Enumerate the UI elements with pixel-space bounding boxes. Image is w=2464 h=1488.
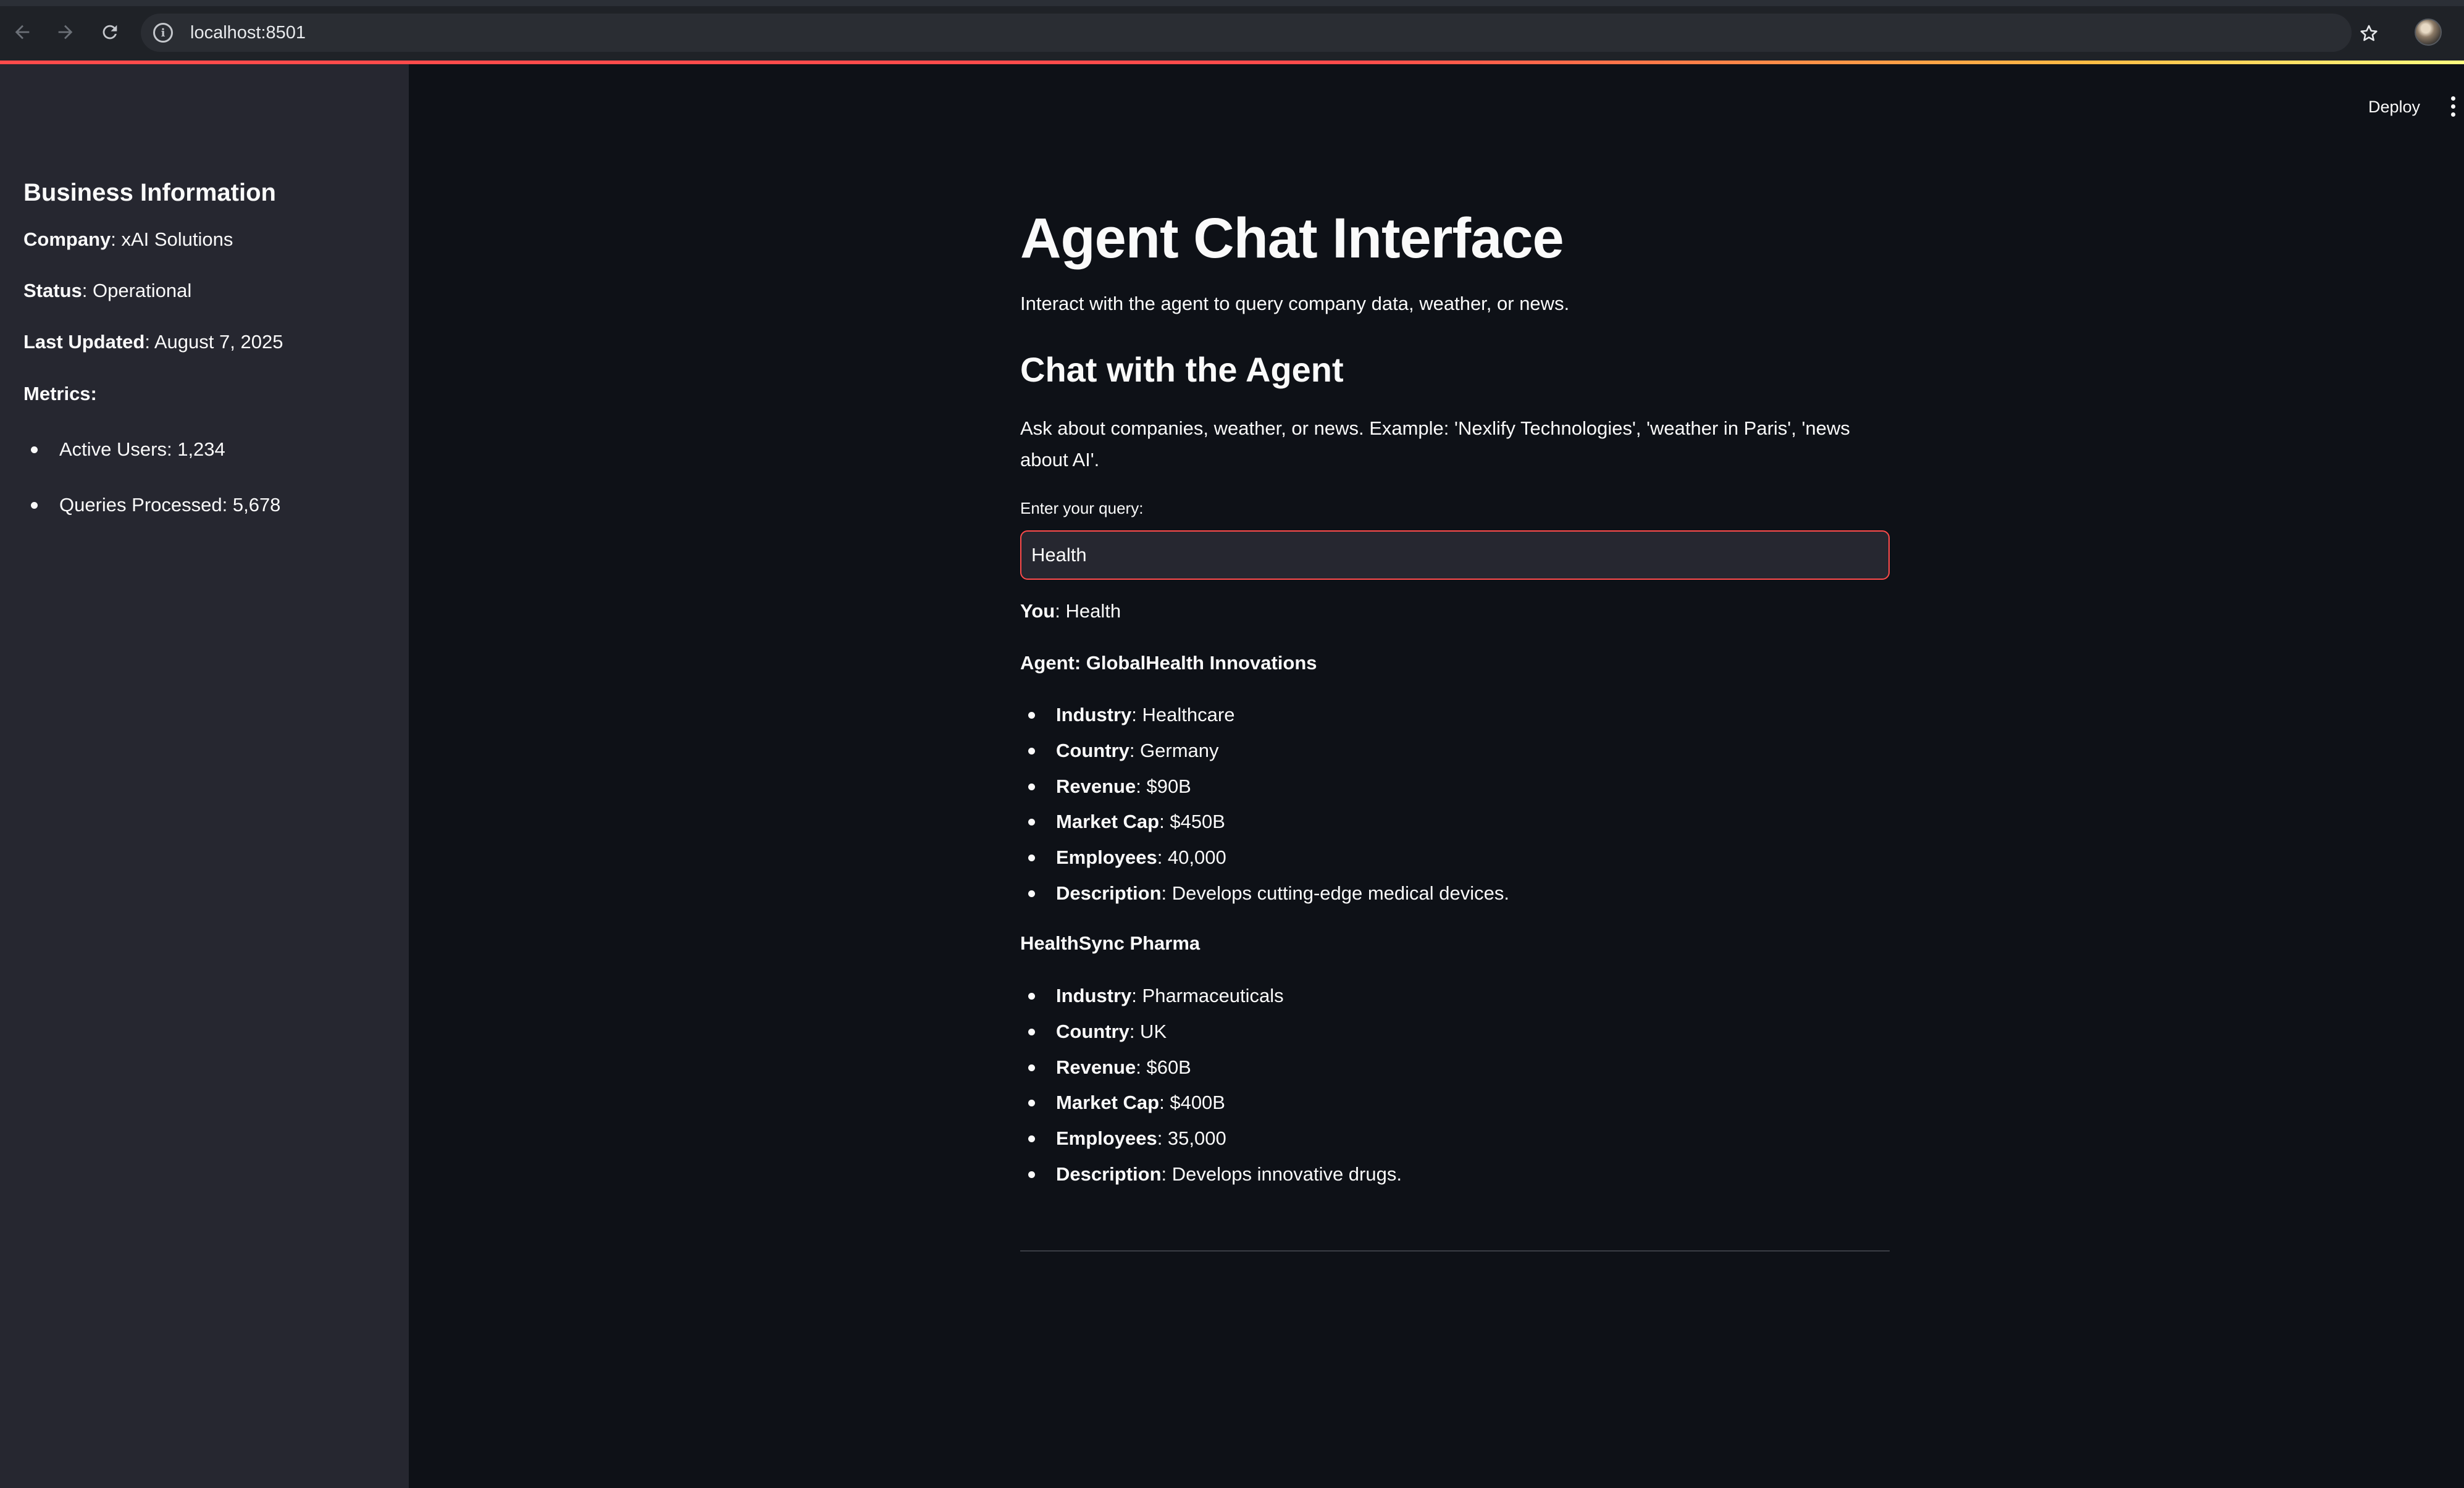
- info-icon[interactable]: i: [153, 23, 173, 43]
- query-label: Enter your query:: [1020, 499, 1144, 517]
- list-item: Industry: Healthcare: [1020, 703, 1509, 738]
- company-value: : xAI Solutions: [111, 228, 233, 250]
- company-details-list: Industry: Pharmaceuticals Country: UK Re…: [1020, 984, 1402, 1198]
- metrics-heading: Metrics:: [23, 383, 97, 404]
- list-item: Description: Develops innovative drugs.: [1020, 1162, 1402, 1198]
- query-input[interactable]: [1020, 530, 1890, 580]
- intro-text: Interact with the agent to query company…: [1020, 293, 1570, 314]
- divider: [1020, 1250, 1890, 1252]
- last-updated-label: Last Updated: [23, 331, 145, 353]
- sidebar-title: Business Information: [23, 179, 276, 206]
- status-label: Status: [23, 280, 82, 301]
- list-item: Industry: Pharmaceuticals: [1020, 984, 1402, 1019]
- list-item: Country: UK: [1020, 1019, 1402, 1055]
- company-info: Company: xAI Solutions: [23, 228, 233, 251]
- company-name: HealthSync Pharma: [1020, 932, 1201, 954]
- reload-icon: [103, 25, 117, 40]
- list-item: Country: Germany: [1020, 738, 1509, 774]
- last-updated-info: Last Updated: August 7, 2025: [23, 331, 283, 353]
- forward-button[interactable]: [48, 15, 83, 49]
- sidebar: Business Information Company: xAI Soluti…: [0, 64, 409, 1488]
- section-title: Chat with the Agent: [1020, 350, 1344, 389]
- more-vertical-icon[interactable]: [2445, 93, 2460, 120]
- list-item: Revenue: $90B: [1020, 774, 1509, 810]
- metric-item: Queries Processed: 5,678: [23, 493, 280, 548]
- url-text[interactable]: localhost:8501: [190, 23, 306, 43]
- list-item: Market Cap: $450B: [1020, 809, 1509, 845]
- metric-item: Active Users: 1,234: [23, 437, 280, 493]
- arrow-right-icon: [58, 25, 73, 40]
- bookmark-star-icon[interactable]: [2352, 16, 2386, 51]
- profile-avatar[interactable]: [2415, 19, 2442, 46]
- list-item: Market Cap: $400B: [1020, 1090, 1402, 1126]
- list-item: Description: Develops cutting-edge medic…: [1020, 881, 1509, 917]
- deploy-button[interactable]: Deploy: [2356, 91, 2433, 122]
- status-value: : Operational: [82, 280, 192, 301]
- agent-message-title: Agent: GlobalHealth Innovations: [1020, 652, 1317, 674]
- company-details-list: Industry: Healthcare Country: Germany Re…: [1020, 703, 1509, 917]
- you-value: : Health: [1055, 600, 1121, 622]
- company-label: Company: [23, 228, 111, 250]
- address-bar[interactable]: i localhost:8501: [141, 14, 2352, 52]
- arrow-left-icon: [15, 25, 30, 40]
- reload-button[interactable]: [93, 15, 127, 49]
- list-item: Employees: 40,000: [1020, 845, 1509, 881]
- list-item: Employees: 35,000: [1020, 1126, 1402, 1162]
- list-item: Revenue: $60B: [1020, 1055, 1402, 1091]
- user-message: You: Health: [1020, 600, 1121, 622]
- help-text: Ask about companies, weather, or news. E…: [1020, 417, 1850, 470]
- last-updated-value: : August 7, 2025: [145, 331, 283, 353]
- page-title: Agent Chat Interface: [1020, 207, 1564, 270]
- you-label: You: [1020, 600, 1055, 622]
- back-button[interactable]: [5, 15, 40, 49]
- browser-chrome: i localhost:8501: [0, 0, 2464, 64]
- status-info: Status: Operational: [23, 280, 191, 302]
- metrics-list: Active Users: 1,234 Queries Processed: 5…: [23, 437, 280, 548]
- tab-strip: [0, 0, 2464, 6]
